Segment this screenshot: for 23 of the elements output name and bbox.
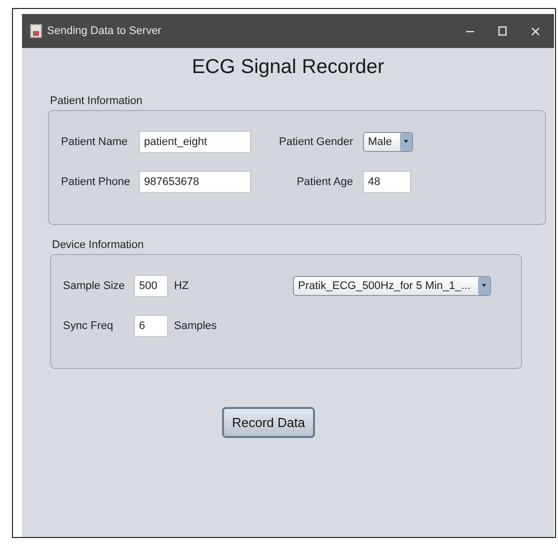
input-field[interactable]: 6 bbox=[134, 315, 168, 337]
field-label: Patient Name bbox=[61, 136, 129, 148]
close-icon[interactable] bbox=[531, 26, 540, 36]
app-heading: ECG Signal Recorder bbox=[190, 56, 386, 79]
input-field[interactable]: 987653678 bbox=[139, 171, 251, 193]
maximize-icon[interactable] bbox=[498, 26, 507, 36]
section-title: Patient Information bbox=[50, 95, 142, 107]
record-data-button[interactable]: Record Data bbox=[222, 407, 315, 438]
unit-label: Samples bbox=[174, 320, 217, 332]
window-title: Sending Data to Server bbox=[47, 25, 162, 37]
dropdown[interactable]: Pratik_ECG_500Hz_for 5 Min_1_... bbox=[293, 276, 492, 296]
dropdown[interactable]: Male bbox=[363, 132, 413, 152]
field-label: Patient Age bbox=[296, 176, 353, 188]
unit-label: HZ bbox=[174, 280, 189, 292]
section-title: Device Information bbox=[52, 239, 144, 251]
field-label: Sample Size bbox=[63, 280, 126, 292]
field-label: Sync Freq bbox=[63, 320, 114, 332]
field-label: Patient Gender bbox=[279, 136, 353, 148]
input-field[interactable]: 48 bbox=[363, 171, 411, 193]
input-field[interactable]: patient_eight bbox=[139, 131, 251, 153]
input-field[interactable]: 500 bbox=[134, 275, 168, 297]
field-label: Patient Phone bbox=[61, 176, 132, 188]
app-icon bbox=[30, 24, 42, 38]
